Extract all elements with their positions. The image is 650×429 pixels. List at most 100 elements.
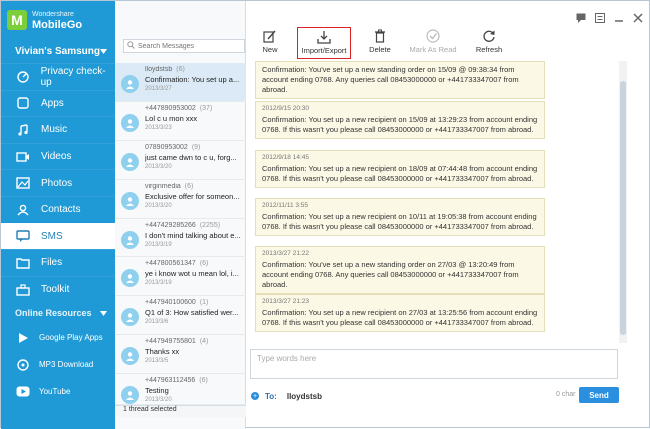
sidebar-item-label: SMS xyxy=(41,230,63,242)
resource-label: YouTube xyxy=(39,387,71,397)
photo-icon xyxy=(15,176,31,190)
message-text: Confirmation: You set up a new recipient… xyxy=(262,212,537,231)
new-button[interactable]: New xyxy=(247,27,293,61)
sidebar-item-label: Files xyxy=(41,257,63,269)
new-message-icon xyxy=(262,29,278,43)
thread-count: (37) xyxy=(199,104,213,112)
message-scrollbar[interactable] xyxy=(619,61,627,343)
sidebar-item-music[interactable]: Music xyxy=(1,116,115,143)
mobilego-logo-icon: M xyxy=(7,10,27,30)
thread-item[interactable]: +447800561347 (6) ye i know wot u mean lo… xyxy=(115,257,246,297)
sidebar: M Wondershare MobileGo Vivian's Samsung … xyxy=(1,1,115,429)
recipient-name: lloydstsb xyxy=(286,391,322,401)
thread-item[interactable]: +447940100600 (1) Q1 of 3: How satisfied … xyxy=(115,296,246,336)
thread-count: (6) xyxy=(184,182,194,190)
privacy-icon xyxy=(15,70,31,84)
add-recipient-icon[interactable]: + xyxy=(251,392,259,400)
to-label: To: xyxy=(265,391,277,401)
thread-item[interactable]: 07890953002 (9) just came dwn to c u, for… xyxy=(115,141,246,180)
message-bubble: 2012/9/18 14:45 Confirmation: You set up… xyxy=(255,150,545,188)
new-label: New xyxy=(262,45,278,54)
thread-snippet: just came dwn to c u, forg... xyxy=(145,152,237,162)
message-bubble: 2012/11/11 3:55 Confirmation: You set up… xyxy=(255,198,545,236)
sidebar-item-contacts[interactable]: Contacts xyxy=(1,195,115,223)
resource-google-play[interactable]: Google Play Apps xyxy=(1,324,115,351)
thread-snippet: Testing xyxy=(145,386,169,396)
delete-button[interactable]: Delete xyxy=(355,27,405,61)
thread-count: (2255) xyxy=(199,221,221,229)
thread-count: (9) xyxy=(191,143,201,151)
sidebar-item-videos[interactable]: Videos xyxy=(1,142,115,170)
thread-panel: lloydstsb(6) Confirmation: You set up a.… xyxy=(115,1,246,429)
sms-icon xyxy=(15,229,31,243)
search-box[interactable] xyxy=(123,39,245,53)
thread-item[interactable]: virginmedia (6) Exclusive offer for someo… xyxy=(115,180,246,219)
sidebar-item-apps[interactable]: Apps xyxy=(1,89,115,117)
thread-snippet: Lol c u mon xxx xyxy=(145,113,198,123)
music-icon xyxy=(15,123,31,137)
thread-snippet: Thanks xx xyxy=(145,347,180,357)
minimize-icon[interactable] xyxy=(614,13,624,23)
thread-item[interactable]: lloydstsb (6) Confirmation: You set up a.… xyxy=(115,63,246,102)
thread-date: 2013/3/20 xyxy=(145,202,172,209)
status-bar: 1 thread selected xyxy=(115,405,246,417)
sidebar-item-label: Photos xyxy=(41,177,73,189)
thread-date: 2013/3/20 xyxy=(145,163,172,170)
resource-label: MP3 Download xyxy=(39,360,94,370)
thread-item[interactable]: +447429285266 (2255) I don't mind talking… xyxy=(115,219,246,258)
thread-name: +447949755801 xyxy=(145,338,196,346)
thread-date: 2013/3/23 xyxy=(145,124,172,131)
search-input[interactable] xyxy=(138,42,238,50)
toolkit-icon xyxy=(15,283,31,297)
thread-snippet: ye i know wot u mean lol, i... xyxy=(145,269,239,279)
message-pane: Confirmation: You've set up a new standi… xyxy=(247,61,625,343)
thread-item[interactable]: +447890953002 (37) Lol c u mon xxx 2013/3… xyxy=(115,102,246,141)
resource-youtube[interactable]: YouTube xyxy=(1,378,115,405)
sidebar-item-files[interactable]: Files xyxy=(1,249,115,276)
compose-input[interactable]: Type words here xyxy=(250,349,618,379)
sidebar-item-photos[interactable]: Photos xyxy=(1,169,115,196)
thread-name: +447940100600 xyxy=(145,299,196,307)
avatar-icon xyxy=(121,113,139,132)
scrollbar-thumb[interactable] xyxy=(620,81,626,335)
thread-snippet: Q1 of 3: How satisfied wer... xyxy=(145,308,239,318)
thread-date: 2013/3/6 xyxy=(145,319,169,326)
chevron-down-icon xyxy=(100,46,107,57)
sidebar-item-sms[interactable]: SMS xyxy=(1,222,115,250)
chat-icon[interactable] xyxy=(576,13,586,23)
thread-item[interactable]: +447949755801 (4) Thanks xx 2013/3/5 xyxy=(115,335,246,375)
thread-item[interactable]: +447963112456 (6) Testing 2013/3/20 xyxy=(115,374,246,406)
thread-list: lloydstsb (6) Confirmation: You set up a.… xyxy=(115,63,246,406)
resource-label: Google Play Apps xyxy=(39,333,103,343)
sidebar-item-toolkit[interactable]: Toolkit xyxy=(1,275,115,303)
refresh-button[interactable]: Refresh xyxy=(465,27,513,61)
sidebar-item-label: Videos xyxy=(41,151,72,163)
resource-mp3-download[interactable]: MP3 Download xyxy=(1,351,115,378)
thread-name: virginmedia xyxy=(145,182,181,190)
thread-snippet: I don't mind talking about e... xyxy=(145,230,241,240)
message-bubble: 2013/3/27 21:23 Confirmation: You set up… xyxy=(255,294,545,332)
youtube-icon xyxy=(15,385,31,399)
video-icon xyxy=(15,150,31,164)
menu-icon[interactable] xyxy=(595,13,605,23)
message-date: 2013/3/27 21:22 xyxy=(262,250,309,257)
sidebar-item-label: Music xyxy=(41,124,68,136)
message-text: Confirmation: You set up a new recipient… xyxy=(262,308,538,327)
avatar-icon xyxy=(121,75,139,93)
char-count: 0 char xyxy=(556,391,576,398)
thread-name: 07890953002 xyxy=(145,143,188,151)
device-selector[interactable]: Vivian's Samsung xyxy=(1,39,115,63)
thread-count: (4) xyxy=(199,338,209,346)
mp3-icon xyxy=(15,358,31,372)
mark-as-read-button[interactable]: Mark As Read xyxy=(405,27,461,61)
message-date: 2013/3/27 21:23 xyxy=(262,298,309,305)
thread-date: 2013/3/27 xyxy=(145,86,172,92)
recipient-row: + To: lloydstsb xyxy=(251,389,322,403)
online-resources-header[interactable]: Online Resources xyxy=(1,302,115,324)
send-button[interactable]: Send xyxy=(579,387,619,403)
import-export-button[interactable]: Import/Export xyxy=(297,27,351,59)
close-icon[interactable] xyxy=(633,13,643,23)
thread-snippet: Confirmation: You set up a... xyxy=(145,75,240,84)
thread-name: +447800561347 xyxy=(145,260,196,268)
sidebar-item-privacy[interactable]: Privacy check-up xyxy=(1,63,115,90)
